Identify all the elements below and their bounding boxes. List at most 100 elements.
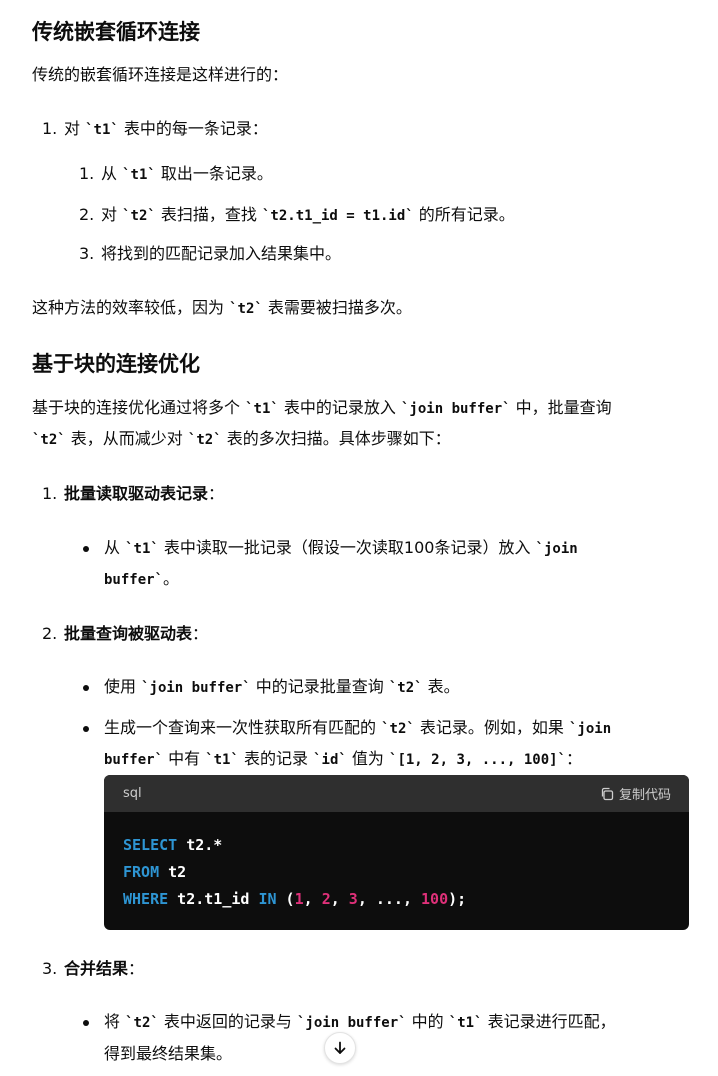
list-number: 2. <box>42 624 58 643</box>
inline-code: buffer` <box>104 752 164 768</box>
list-number: 1. <box>79 164 95 183</box>
code-text: t2 <box>159 863 187 881</box>
code-text: t2.t1_id <box>168 890 259 908</box>
code-block-header: sql 复制代码 <box>104 775 689 812</box>
inline-code: `t2` <box>32 432 66 448</box>
section-title: 传统嵌套循环连接 <box>32 20 200 44</box>
text: 从 <box>104 538 126 557</box>
text: 将找到的匹配记录加入结果集中。 <box>101 244 342 263</box>
paragraph: 传统的嵌套循环连接是这样进行的： <box>32 65 289 84</box>
code-text: ); <box>448 890 467 908</box>
list-number: 2. <box>79 205 95 224</box>
bullet <box>83 546 89 552</box>
inline-code: `t1` <box>125 541 159 557</box>
bold-text: 批量查询被驱动表 <box>64 624 193 643</box>
text: 表中的记录放入 <box>278 398 401 417</box>
code-number: 2 <box>321 890 331 908</box>
text: 表中读取一批记录（假设一次读取100条记录）放入 <box>158 538 536 557</box>
text: 表的多次扫描。具体步骤如下： <box>221 429 451 448</box>
text: ： <box>208 484 225 503</box>
text: ： <box>566 749 583 768</box>
code-number: 100 <box>421 890 449 908</box>
text: 基于块的连接优化通过将多个 <box>32 398 246 417</box>
inline-code: `t1` <box>205 752 239 768</box>
text: 中有 <box>163 749 206 768</box>
text: 表扫描，查找 <box>155 205 262 224</box>
code-text: t2.* <box>177 836 223 854</box>
code-text: ( <box>276 890 295 908</box>
bold-text: 合并结果 <box>64 959 129 978</box>
inline-code: `t1` <box>85 122 119 138</box>
list-item: 1. 从 `t1` 取出一条记录。 <box>79 161 273 188</box>
text: 的所有记录。 <box>413 205 515 224</box>
inline-code: `join <box>569 721 612 737</box>
code-keyword: FROM <box>123 863 160 881</box>
scroll-to-bottom-button[interactable] <box>324 1032 356 1064</box>
bullet <box>83 685 89 691</box>
text: ： <box>192 624 209 643</box>
code-text: , <box>330 890 349 908</box>
inline-code: `t1` <box>448 1015 483 1031</box>
paragraph: 这种方法的效率较低，因为 `t2` 表需要被扫描多次。 <box>32 295 412 322</box>
list-item: 2. 对 `t2` 表扫描，查找 `t2.t1_id = t1.id` 的所有记录… <box>79 202 515 229</box>
copy-code-label: 复制代码 <box>618 788 671 803</box>
bullet-line: buffer`。 <box>104 566 179 593</box>
copy-code-button[interactable]: 复制代码 <box>600 784 671 803</box>
text: 使用 <box>104 677 142 696</box>
text: 从 <box>101 164 123 183</box>
inline-code: `join buffer` <box>141 680 251 696</box>
inline-code: `t1` <box>245 401 279 417</box>
bullet-line: buffer` 中有 `t1` 表的记录 `id` 值为 `[1, 2, 3, … <box>104 746 582 773</box>
list-item: 3. 将找到的匹配记录加入结果集中。 <box>79 241 341 267</box>
list-item: 3. 合并结果： <box>42 956 144 982</box>
text: 表中的每一条记录： <box>118 119 268 138</box>
bullet <box>83 1020 89 1026</box>
inline-code: `join buffer` <box>401 401 511 417</box>
text: 值为 <box>346 749 390 768</box>
list-number: 3. <box>79 244 95 263</box>
code-language-label: sql <box>123 786 142 801</box>
text: 表的记录 <box>238 749 314 768</box>
inline-code: `[1, 2, 3, ..., 100]` <box>389 752 567 768</box>
inline-code: `join <box>535 541 578 557</box>
text: 将 <box>104 1012 126 1031</box>
list-item: 1. 对 `t1` 表中的每一条记录： <box>42 116 268 143</box>
text: 对 <box>64 119 86 138</box>
code-keyword: IN <box>258 890 277 908</box>
inline-code: `join buffer` <box>297 1015 407 1031</box>
inline-code: `t2` <box>229 301 263 317</box>
text: 表中返回的记录与 <box>158 1012 297 1031</box>
text: 。 <box>163 569 180 588</box>
copy-icon <box>601 787 614 800</box>
bullet-line: 得到最终结果集。 <box>104 1044 233 1063</box>
bullet-line: 生成一个查询来一次性获取所有匹配的 `t2` 表记录。例如，如果 `join <box>104 715 611 742</box>
text: 中，批量查询 <box>510 398 612 417</box>
section-title: 基于块的连接优化 <box>32 352 200 376</box>
list-number: 1. <box>42 119 58 138</box>
text: 表，从而减少对 <box>65 429 188 448</box>
paragraph-line: 基于块的连接优化通过将多个 `t1` 表中的记录放入 `join buffer`… <box>32 395 612 422</box>
code-number: 1 <box>294 890 304 908</box>
list-item: 1. 批量读取驱动表记录： <box>42 481 224 507</box>
text: 取出一条记录。 <box>155 164 273 183</box>
text: 表记录进行匹配， <box>482 1012 616 1031</box>
code-content: SELECT t2.* FROM t2 WHERE t2.t1_id IN (1… <box>104 812 689 930</box>
inline-code: `t1` <box>122 167 156 183</box>
inline-code: `t2` <box>122 208 156 224</box>
text: 中的 <box>406 1012 449 1031</box>
code-text: , <box>303 890 322 908</box>
text: 中的记录批量查询 <box>250 677 389 696</box>
text: 生成一个查询来一次性获取所有匹配的 <box>104 718 382 737</box>
text: 表需要被扫描多次。 <box>262 298 412 317</box>
paragraph-line: `t2` 表，从而减少对 `t2` 表的多次扫描。具体步骤如下： <box>32 426 451 453</box>
list-number: 3. <box>42 959 58 978</box>
code-keyword: WHERE <box>123 890 169 908</box>
text: 表记录。例如，如果 <box>414 718 569 737</box>
text: ： <box>128 959 145 978</box>
inline-code: `t2.t1_id = t1.id` <box>262 208 414 224</box>
text: 对 <box>101 205 123 224</box>
code-number: 3 <box>348 890 358 908</box>
inline-code: buffer` <box>104 572 164 588</box>
arrow-down-icon <box>334 1041 346 1054</box>
bullet-line: 从 `t1` 表中读取一批记录（假设一次读取100条记录）放入 `join <box>104 535 578 562</box>
